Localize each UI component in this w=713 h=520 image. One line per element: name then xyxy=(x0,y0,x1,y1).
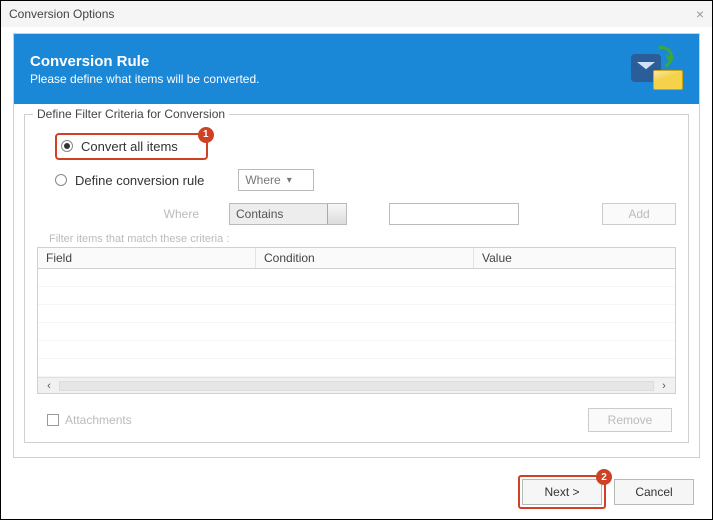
window-title: Conversion Options xyxy=(9,7,114,21)
title-bar: Conversion Options × xyxy=(1,1,712,27)
grid-body xyxy=(38,269,675,377)
radio-convert-all[interactable] xyxy=(61,140,73,152)
scroll-left-icon[interactable]: ‹ xyxy=(42,380,56,392)
col-field[interactable]: Field xyxy=(38,248,256,268)
grid-scrollbar[interactable]: ‹ › xyxy=(38,377,675,393)
next-button[interactable]: Next > xyxy=(522,479,602,505)
badge-1: 1 xyxy=(198,127,214,143)
footer-buttons: Next > 2 Cancel xyxy=(518,475,694,509)
attachments-checkbox[interactable] xyxy=(47,414,59,426)
filter-criteria-fieldset: Define Filter Criteria for Conversion Co… xyxy=(24,114,689,443)
where-label: Where xyxy=(99,207,199,221)
scroll-track[interactable] xyxy=(59,381,654,391)
attachments-label: Attachments xyxy=(65,413,132,427)
col-condition[interactable]: Condition xyxy=(256,248,474,268)
col-value[interactable]: Value xyxy=(474,248,675,268)
header-subtitle: Please define what items will be convert… xyxy=(30,72,627,86)
grid-header: Field Condition Value xyxy=(38,248,675,269)
scroll-right-icon[interactable]: › xyxy=(657,380,671,392)
cancel-button[interactable]: Cancel xyxy=(614,479,694,505)
highlight-1: Convert all items 1 xyxy=(55,133,208,160)
label-define-rule: Define conversion rule xyxy=(75,173,204,188)
label-convert-all: Convert all items xyxy=(81,139,178,154)
badge-2: 2 xyxy=(596,469,612,485)
header-title: Conversion Rule xyxy=(30,53,627,70)
add-button[interactable]: Add xyxy=(602,203,676,225)
where-dropdown[interactable]: Where xyxy=(238,169,314,191)
fieldset-legend: Define Filter Criteria for Conversion xyxy=(33,107,229,121)
close-icon[interactable]: × xyxy=(696,6,704,22)
dialog-inner: Conversion Rule Please define what items… xyxy=(13,33,700,458)
mail-convert-icon xyxy=(627,48,683,90)
criteria-grid: Field Condition Value ‹ › xyxy=(37,247,676,394)
condition-dropdown[interactable]: Contains xyxy=(229,203,347,225)
remove-button[interactable]: Remove xyxy=(588,408,672,432)
highlight-2: Next > 2 xyxy=(518,475,606,509)
header-banner: Conversion Rule Please define what items… xyxy=(14,34,699,104)
value-input[interactable] xyxy=(389,203,519,225)
match-criteria-label: Filter items that match these criteria : xyxy=(49,233,676,245)
radio-define-rule[interactable] xyxy=(55,174,67,186)
